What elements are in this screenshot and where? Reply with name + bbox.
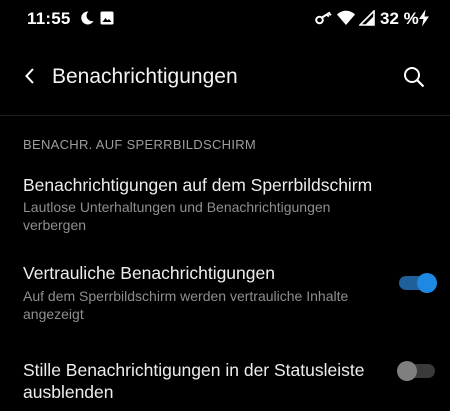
section-header: BENACHR. AUF SPERRBILDSCHIRM — [23, 137, 257, 152]
hide-silent-statusbar-toggle[interactable] — [397, 361, 437, 381]
search-icon — [404, 67, 425, 88]
pref-hide-silent-statusbar[interactable]: Stille Benachrichtigungen in der Statusl… — [0, 350, 450, 411]
wifi-icon — [337, 10, 355, 31]
search-button[interactable] — [397, 60, 431, 94]
sensitive-notifications-toggle[interactable] — [397, 273, 437, 293]
moon-icon — [79, 10, 95, 31]
vpn-key-icon — [315, 11, 333, 30]
pref-summary-line1: Auf dem Sperrbildschirm werden vertrauli… — [23, 288, 349, 304]
pref-sensitive-notifications[interactable]: Vertrauliche Benachrichtigungen Auf dem … — [0, 253, 450, 329]
pref-summary-line2: verbergen — [23, 217, 87, 233]
status-time: 11:55 — [27, 9, 71, 28]
page-title: Benachrichtigungen — [52, 65, 238, 88]
toggle-thumb — [397, 361, 417, 381]
status-bar: 11:55 32 % — [0, 0, 450, 38]
toggle-thumb — [417, 273, 437, 293]
chevron-left-icon — [25, 68, 34, 84]
image-icon — [100, 11, 114, 30]
pref-summary-line1: Lautlose Unterhaltungen und Benachrichti… — [23, 199, 331, 215]
pref-title-line2: ausblenden — [23, 382, 114, 402]
charging-icon — [418, 9, 430, 32]
signal-icon — [358, 9, 375, 31]
pref-summary-line2: angezeigt — [23, 306, 84, 322]
pref-title: Benachrichtigungen auf dem Sperrbildschi… — [23, 175, 373, 195]
pref-title: Vertrauliche Benachrichtigungen — [23, 263, 275, 283]
app-bar-divider — [0, 115, 450, 116]
back-button[interactable] — [14, 60, 46, 92]
battery-percent: 32 % — [380, 9, 419, 28]
pref-title-line1: Stille Benachrichtigungen in der Statusl… — [23, 360, 365, 380]
app-bar: Benachrichtigungen — [0, 38, 450, 116]
pref-lockscreen-notifications[interactable]: Benachrichtigungen auf dem Sperrbildschi… — [0, 164, 450, 240]
